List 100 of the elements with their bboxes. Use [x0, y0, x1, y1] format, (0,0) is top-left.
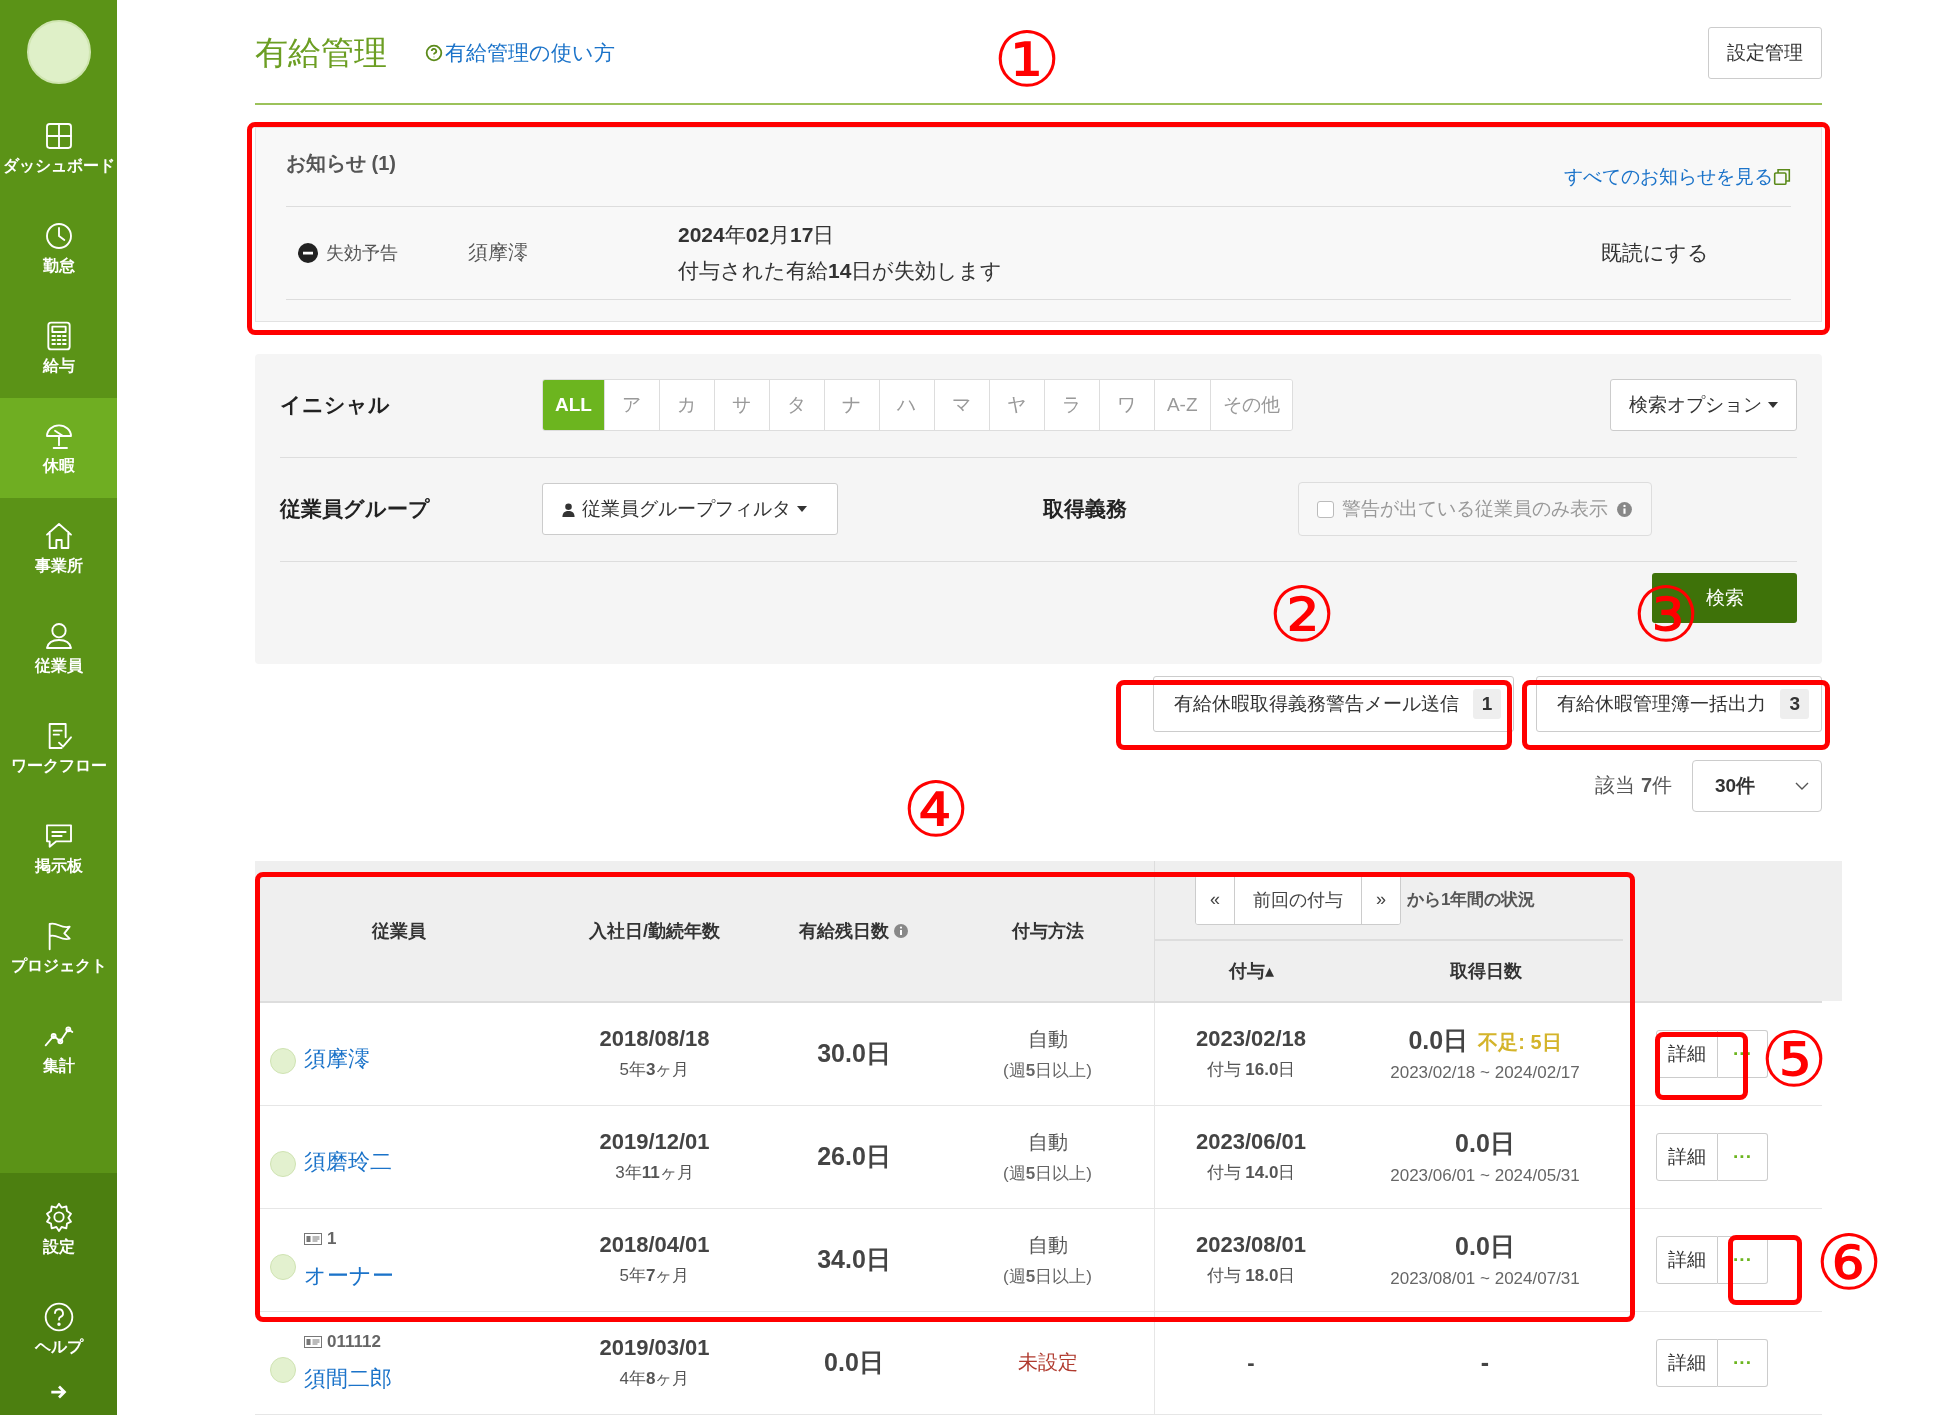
grant-method: 自動 — [1027, 1027, 1068, 1052]
shortage-warning: 不足: 5日 — [1478, 1030, 1562, 1056]
detail-button[interactable]: 詳細 — [1656, 1133, 1718, 1181]
external-window-icon — [1773, 167, 1791, 186]
tenure: 4年8ヶ月 — [619, 1368, 690, 1391]
leave-balance: 26.0日 — [817, 1141, 891, 1173]
initial-tab[interactable]: その他 — [1210, 380, 1292, 431]
initial-tab[interactable]: ハ — [879, 380, 935, 431]
period-range: 2023/02/18 ~ 2024/02/17 — [1390, 1063, 1580, 1084]
annotation-number: ④ — [902, 772, 971, 848]
grant-date: - — [1247, 1350, 1255, 1376]
grant-date: 2023/06/01 — [1195, 1129, 1307, 1156]
filter-label: 取得義務 — [1043, 496, 1128, 523]
minus-circle-icon — [298, 242, 318, 263]
sidebar-item[interactable]: 掲示板 — [0, 798, 117, 898]
initial-tab[interactable]: A-Z — [1154, 380, 1211, 431]
leave-balance: 0.0日 — [824, 1347, 884, 1379]
column-header: 有給残日数 — [767, 861, 941, 1001]
annotation-number: ① — [993, 22, 1062, 98]
sidebar-item[interactable]: ワークフロー — [0, 698, 117, 798]
sidebar-item[interactable]: ヘルプ — [0, 1279, 117, 1379]
grant-method-note: (週5日以上) — [1003, 1266, 1092, 1288]
hire-date: 2019/12/01 — [599, 1129, 710, 1156]
grant-method: 自動 — [1027, 1130, 1068, 1155]
all-notices-link[interactable]: すべてのお知らせを見る — [1564, 163, 1791, 190]
initial-tab[interactable]: ラ — [1044, 380, 1100, 431]
grant-amount: 付与 14.0日 — [1206, 1162, 1296, 1185]
sidebar-item[interactable]: 休暇 — [0, 398, 117, 498]
action-button[interactable]: 有給休暇管理簿一括出力 3 — [1536, 675, 1822, 732]
employee-code: 1 — [304, 1229, 394, 1249]
period-range: 2023/06/01 ~ 2024/05/31 — [1390, 1166, 1580, 1187]
sidebar-item[interactable]: 集計 — [0, 998, 117, 1098]
grant-method-note: (週5日以上) — [1003, 1060, 1092, 1082]
action-button[interactable]: 有給休暇取得義務警告メール送信 1 — [1152, 675, 1515, 732]
initial-tab[interactable]: ナ — [824, 380, 880, 431]
initial-tab[interactable]: マ — [934, 380, 990, 431]
sidebar-item[interactable]: 事業所 — [0, 498, 117, 598]
caret-icon — [797, 506, 807, 513]
id-card-icon — [304, 1233, 322, 1245]
grant-date: 2023/02/18 — [1195, 1026, 1307, 1053]
avatar-icon — [270, 1357, 296, 1383]
more-button[interactable]: ··· — [1718, 1133, 1768, 1181]
info-icon — [893, 923, 909, 939]
more-button[interactable]: ··· — [1718, 1339, 1768, 1387]
sidebar-item[interactable]: 勤怠 — [0, 198, 117, 298]
warning-only-checkbox[interactable]: 警告が出ている従業員のみ表示 — [1298, 482, 1652, 537]
initial-tab[interactable]: カ — [659, 380, 715, 431]
mark-read-link[interactable]: 既読にする — [1601, 238, 1709, 267]
help-icon — [425, 44, 443, 63]
detail-button[interactable]: 詳細 — [1656, 1339, 1718, 1387]
notice-title: お知らせ (1) — [286, 151, 396, 177]
column-header: 付与方法 — [1010, 920, 1085, 943]
sidebar-item[interactable]: プロジェクト — [0, 898, 117, 998]
initial-tab[interactable]: ア — [604, 380, 660, 431]
employee-link[interactable]: 須磨玲二 — [304, 1147, 392, 1177]
period-range: 2023/08/01 ~ 2024/07/31 — [1390, 1269, 1580, 1290]
employee-link[interactable]: 須間二郎 — [304, 1364, 392, 1394]
notice-date: 2024年02月17日 — [678, 221, 836, 248]
previous-button[interactable]: « — [1196, 876, 1235, 924]
initial-tab[interactable]: タ — [769, 380, 825, 431]
column-header[interactable]: 取得日数 — [1348, 941, 1624, 1001]
caret-icon — [1768, 402, 1778, 409]
annotation-number: ② — [1268, 577, 1337, 653]
avatar-icon — [270, 1048, 296, 1074]
tenure: 5年3ヶ月 — [619, 1059, 690, 1082]
sidebar-item[interactable]: ダッシュボード — [0, 98, 117, 198]
grant-amount: 付与 16.0日 — [1206, 1059, 1296, 1082]
sidebar-item[interactable]: 設定 — [0, 1179, 117, 1279]
employee-link[interactable]: オーナー — [304, 1261, 394, 1291]
info-icon — [1616, 500, 1633, 518]
detail-button[interactable]: 詳細 — [1656, 1236, 1718, 1284]
per-page-select[interactable]: 30件 — [1692, 760, 1822, 812]
hire-date: 2018/08/18 — [599, 1026, 710, 1053]
filter-label: 従業員グループ — [280, 496, 431, 523]
hire-date: 2019/03/01 — [599, 1335, 710, 1362]
employee-code: 011112 — [304, 1332, 392, 1352]
initial-tab[interactable]: ワ — [1099, 380, 1155, 431]
search-options-dropdown[interactable]: 検索オプション — [1610, 379, 1797, 432]
column-header[interactable]: 付与▴ — [1155, 941, 1348, 1001]
avatar-icon — [270, 1254, 296, 1280]
group-filter-dropdown[interactable]: 従業員グループフィルタ — [542, 483, 838, 536]
sidebar-item[interactable]: 従業員 — [0, 598, 117, 698]
sidebar-item[interactable]: 給与 — [0, 298, 117, 398]
initial-tab[interactable]: ALL — [543, 380, 605, 431]
avatar-icon — [270, 1151, 296, 1177]
help-link[interactable]: 有給管理の使い方 — [425, 39, 615, 68]
settings-button[interactable]: 設定管理 — [1708, 27, 1822, 80]
tenure: 5年7ヶ月 — [619, 1265, 690, 1288]
notice-type: 失効予告 — [298, 240, 468, 265]
initial-tab[interactable]: サ — [714, 380, 770, 431]
checkbox[interactable] — [1317, 500, 1334, 518]
days-taken: - — [1480, 1348, 1490, 1378]
tenure: 3年11ヶ月 — [615, 1162, 694, 1185]
column-header: 入社日/勤続年数 — [588, 920, 721, 943]
chevron-down-icon — [1795, 782, 1809, 790]
grant-method: 自動 — [1027, 1233, 1068, 1258]
id-card-icon — [304, 1336, 322, 1348]
initial-tab[interactable]: ヤ — [989, 380, 1045, 431]
employee-link[interactable]: 須摩澪 — [304, 1044, 370, 1074]
annotation-number: ⑥ — [1815, 1225, 1884, 1301]
